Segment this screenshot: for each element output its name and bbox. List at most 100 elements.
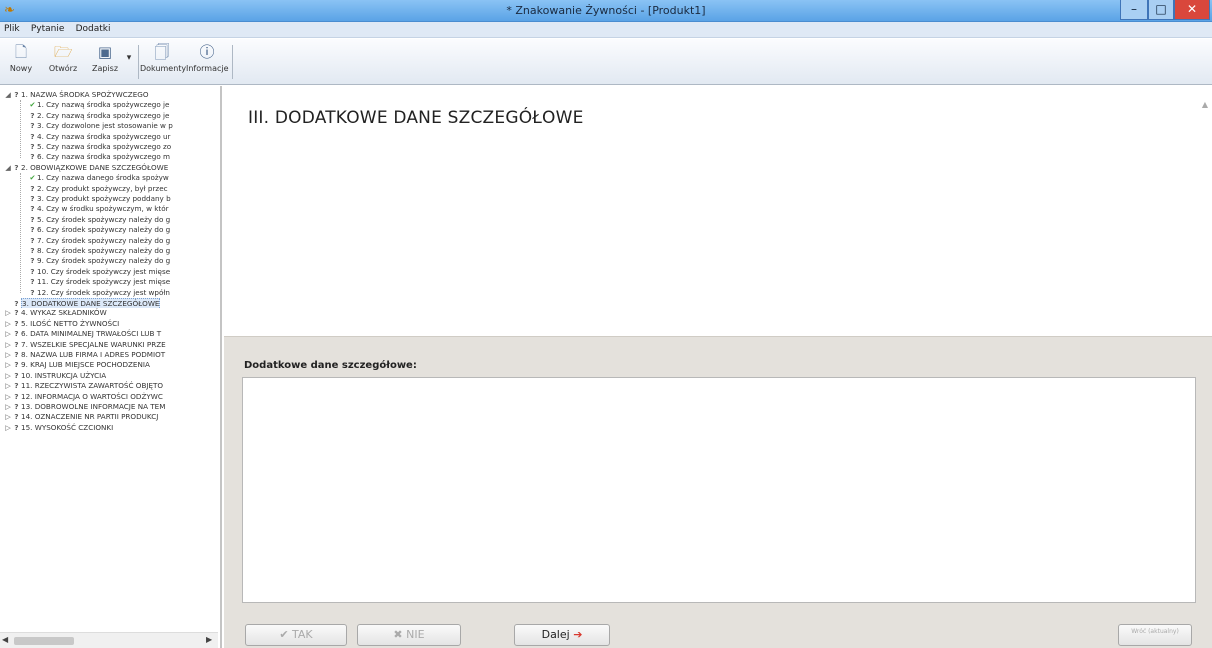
expander-icon[interactable]: ◢ — [4, 163, 12, 173]
new-button-label: Nowy — [9, 64, 33, 73]
menu-dodatki[interactable]: Dodatki — [72, 22, 115, 36]
tree-child-node[interactable]: ? 6. Czy środek spożywczy należy do g — [0, 225, 218, 235]
no-button[interactable]: ✖ NIE — [357, 624, 461, 646]
tree-node[interactable]: ▷? 7. WSZELKIE SPECJALNE WARUNKI PRZE — [0, 340, 218, 350]
expander-icon[interactable]: ▷ — [4, 371, 12, 381]
expander-icon[interactable]: ▷ — [4, 360, 12, 370]
tree-node[interactable]: ◢? 2. OBOWIĄZKOWE DANE SZCZEGÓŁOWE — [0, 163, 218, 173]
scroll-left-icon[interactable]: ◀ — [2, 635, 8, 644]
question-icon: ? — [30, 266, 35, 276]
expander-icon[interactable]: ▷ — [4, 412, 12, 422]
section-title: III. DODATKOWE DANE SZCZEGÓŁOWE — [248, 108, 584, 128]
maximize-button[interactable]: □ — [1148, 0, 1174, 20]
new-button[interactable]: 🗋 Nowy — [6, 43, 36, 81]
tree-child-node[interactable]: ✔1. Czy nazwa danego środka spożyw — [0, 173, 218, 183]
expander-icon[interactable]: ▷ — [4, 340, 12, 350]
tree-child-node[interactable]: ? 3. Czy dozwolone jest stosowanie w p — [0, 121, 218, 131]
open-button[interactable]: 🗁 Otwórz — [46, 43, 80, 81]
scroll-thumb[interactable] — [14, 637, 74, 645]
expander-icon[interactable]: ◢ — [4, 90, 12, 100]
details-textarea[interactable] — [242, 377, 1196, 603]
tree-child-node[interactable]: ? 9. Czy środek spożywczy należy do g — [0, 256, 218, 266]
tree-connector — [20, 173, 21, 293]
expander-icon[interactable]: ▷ — [4, 319, 12, 329]
tree-node[interactable]: ▷? 6. DATA MINIMALNEJ TRWAŁOŚCI LUB T — [0, 329, 218, 339]
scroll-right-icon[interactable]: ▶ — [206, 635, 212, 644]
back-current-button[interactable]: Wróć (aktualny) — [1118, 624, 1192, 646]
toolbar: 🗋 Nowy 🗁 Otwórz ▣ Zapisz ▾ 🗍 Dokumenty ⓘ… — [0, 39, 1212, 85]
tree-node[interactable]: ? 3. DODATKOWE DANE SZCZEGÓŁOWE — [0, 298, 218, 308]
tree-node[interactable]: ▷? 13. DOBROWOLNE INFORMACJE NA TEM — [0, 402, 218, 412]
tree-node-label: 5. ILOŚĆ NETTO ŻYWNOŚCI — [21, 318, 120, 328]
tree-node[interactable]: ▷? 15. WYSOKOŚĆ CZCIONKI — [0, 423, 218, 433]
expander-icon[interactable]: ▷ — [4, 381, 12, 391]
status-icon: ? — [14, 339, 19, 349]
tree-child-label: 4. Czy nazwa środka spożywczego ur — [37, 131, 171, 141]
tree-node[interactable]: ▷? 10. INSTRUKCJA UŻYCIA — [0, 371, 218, 381]
status-icon: ? — [14, 381, 19, 391]
tree-child-node[interactable]: ? 8. Czy środek spożywczy należy do g — [0, 246, 218, 256]
expander-icon[interactable]: ▷ — [4, 329, 12, 339]
documents-button[interactable]: 🗍 Dokumenty — [140, 43, 186, 81]
question-tree[interactable]: ◢? 1. NAZWA ŚRODKA SPOŻYWCZEGO ✔1. Czy naz… — [0, 86, 222, 648]
tree-node-label: 6. DATA MINIMALNEJ TRWAŁOŚCI LUB T — [21, 329, 162, 339]
tree-node[interactable]: ◢? 1. NAZWA ŚRODKA SPOŻYWCZEGO — [0, 90, 218, 100]
status-icon: ? — [14, 90, 19, 99]
tree-child-label: 2. Czy produkt spożywczy, był przec — [37, 183, 168, 193]
tree-node-label: 11. RZECZYWISTA ZAWARTOŚĆ OBJĘTO — [21, 381, 164, 391]
close-button[interactable]: ✕ — [1174, 0, 1210, 20]
tree-child-label: 8. Czy środek spożywczy należy do g — [37, 246, 171, 255]
info-button[interactable]: ⓘ Informacje — [186, 43, 229, 81]
menu-pytanie[interactable]: Pytanie — [27, 22, 69, 36]
scroll-up-icon[interactable]: ▲ — [1202, 100, 1208, 109]
tree-node[interactable]: ▷? 12. INFORMACJA O WARTOŚCI ODŻYWC — [0, 392, 218, 402]
tree-node-label: 4. WYKAZ SKŁADNIKÓW — [21, 308, 107, 318]
tree-child-node[interactable]: ? 2. Czy produkt spożywczy, był przec — [0, 184, 218, 194]
save-dropdown-icon[interactable]: ▾ — [124, 43, 134, 81]
expander-icon[interactable]: ▷ — [4, 402, 12, 412]
check-icon: ✔ — [279, 628, 289, 641]
tree-child-node[interactable]: ? 5. Czy środek spożywczy należy do g — [0, 215, 218, 225]
tree-node[interactable]: ▷? 8. NAZWA LUB FIRMA I ADRES PODMIOT — [0, 350, 218, 360]
tree-node[interactable]: ▷? 9. KRAJ LUB MIEJSCE POCHODZENIA — [0, 360, 218, 370]
question-icon: ? — [30, 142, 35, 151]
expander-icon[interactable]: ▷ — [4, 392, 12, 402]
question-icon: ? — [30, 277, 35, 287]
tree-child-node[interactable]: ? 5. Czy nazwa środka spożywczego zo — [0, 142, 218, 152]
save-button[interactable]: ▣ Zapisz — [88, 43, 122, 81]
save-button-label: Zapisz — [91, 64, 119, 73]
tree-child-node[interactable]: ? 11. Czy środek spożywczy jest mięse — [0, 277, 218, 287]
status-icon: ? — [14, 329, 19, 339]
tree-node-label: 12. INFORMACJA O WARTOŚCI ODŻYWC — [21, 391, 163, 401]
tree-node[interactable]: ▷? 4. WYKAZ SKŁADNIKÓW — [0, 308, 218, 318]
tree-node-label: 13. DOBROWOLNE INFORMACJE NA TEM — [21, 402, 166, 411]
info-button-label: Informacje — [186, 64, 229, 73]
yes-button[interactable]: ✔ TAK — [245, 624, 347, 646]
tree-child-node[interactable]: ? 10. Czy środek spożywczy jest mięse — [0, 267, 218, 277]
tree-child-node[interactable]: ? 4. Czy w środku spożywczym, w któr — [0, 204, 218, 214]
tree-child-node[interactable]: ? 3. Czy produkt spożywczy poddany b — [0, 194, 218, 204]
question-icon: ? — [30, 204, 35, 214]
expander-icon[interactable]: ▷ — [4, 423, 12, 433]
expander-icon[interactable]: ▷ — [4, 350, 12, 360]
question-icon: ? — [30, 131, 35, 141]
question-icon: ? — [30, 152, 35, 162]
tree-child-node[interactable]: ? 4. Czy nazwa środka spożywczego ur — [0, 132, 218, 142]
tree-child-node[interactable]: ? 6. Czy nazwa środka spożywczego m — [0, 152, 218, 162]
expander-icon[interactable]: ▷ — [4, 308, 12, 318]
menu-plik[interactable]: Plik — [0, 22, 24, 36]
question-icon: ? — [30, 235, 35, 245]
tree-child-label: 2. Czy nazwą środka spożywczego je — [37, 110, 170, 120]
tree-child-node[interactable]: ? 2. Czy nazwą środka spożywczego je — [0, 111, 218, 121]
tree-node[interactable]: ▷? 11. RZECZYWISTA ZAWARTOŚĆ OBJĘTO — [0, 381, 218, 391]
question-icon: ? — [30, 183, 35, 193]
tree-node[interactable]: ▷? 5. ILOŚĆ NETTO ŻYWNOŚCI — [0, 319, 218, 329]
tree-child-node[interactable]: ✔1. Czy nazwą środka spożywczego je — [0, 100, 218, 110]
tree-child-label: 5. Czy nazwa środka spożywczego zo — [37, 142, 172, 151]
tree-node[interactable]: ▷? 14. OZNACZENIE NR PARTII PRODUKCJ — [0, 412, 218, 422]
tree-child-node[interactable]: ? 12. Czy środek spożywczy jest wpółn — [0, 288, 218, 298]
minimize-button[interactable]: – — [1120, 0, 1148, 20]
next-button[interactable]: Dalej ➔ — [514, 624, 610, 646]
tree-horizontal-scrollbar[interactable]: ◀ ▶ — [0, 632, 218, 648]
tree-child-node[interactable]: ? 7. Czy środek spożywczy należy do g — [0, 236, 218, 246]
